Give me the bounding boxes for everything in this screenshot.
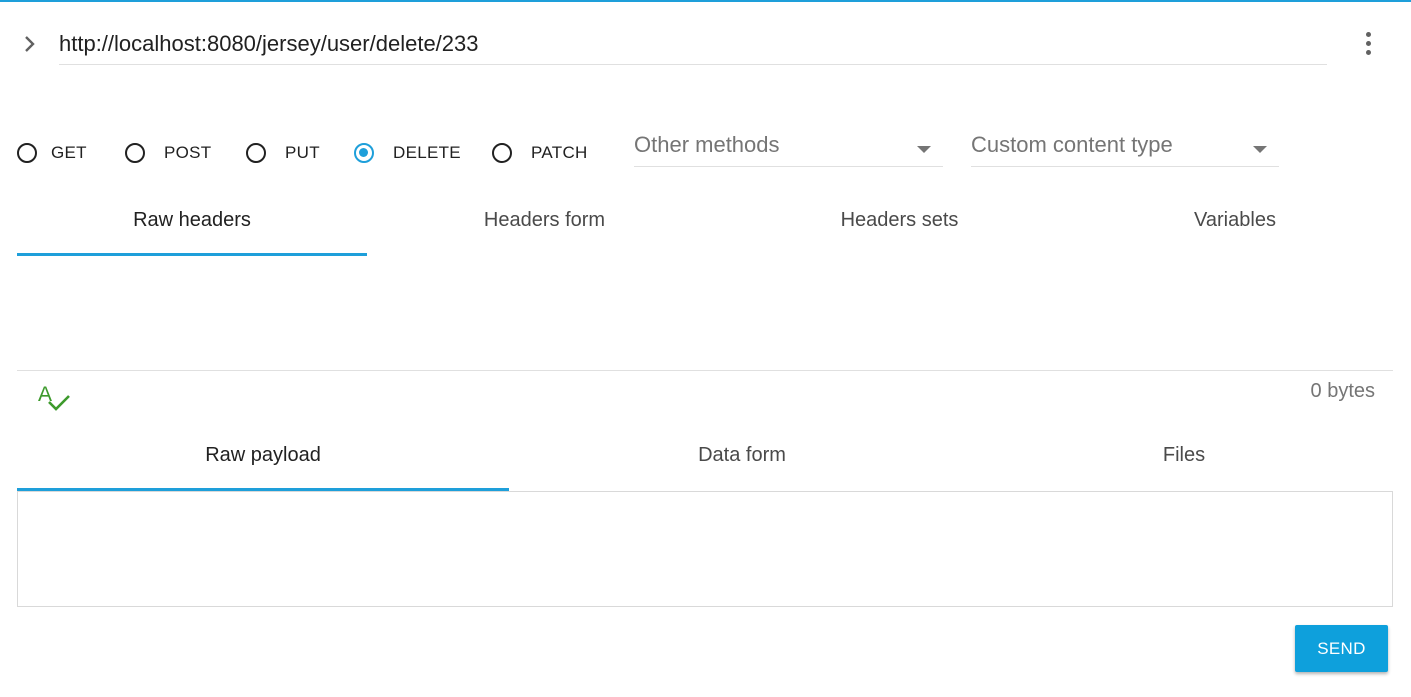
raw-payload-editor[interactable]: [17, 491, 1393, 607]
raw-headers-editor[interactable]: [17, 256, 1393, 370]
method-radio-post[interactable]: POST: [125, 143, 212, 163]
method-label: PUT: [285, 143, 320, 162]
chevron-right-icon[interactable]: [18, 32, 42, 56]
method-label: GET: [51, 143, 87, 162]
tab-label: Raw payload: [205, 444, 321, 466]
tab-raw-payload[interactable]: Raw payload: [17, 444, 509, 467]
tab-label: Variables: [1194, 209, 1276, 231]
more-vert-icon[interactable]: [1357, 30, 1381, 58]
tab-label: Data form: [698, 444, 786, 466]
method-label: PATCH: [531, 143, 588, 162]
tab-variables[interactable]: Variables: [1077, 209, 1393, 232]
spellcheck-icon[interactable]: A: [37, 380, 71, 414]
other-methods-dropdown[interactable]: Other methods: [634, 132, 943, 167]
tab-label: Raw headers: [133, 209, 251, 231]
content-type-placeholder: Custom content type: [971, 132, 1173, 157]
radio-circle: [354, 143, 374, 163]
method-label: POST: [164, 143, 212, 162]
radio-circle: [17, 143, 37, 163]
method-radio-delete[interactable]: DELETE: [354, 143, 461, 163]
method-label: DELETE: [393, 143, 461, 162]
headers-size-label: 0 bytes: [1310, 380, 1375, 402]
tab-headers-sets[interactable]: Headers sets: [722, 209, 1077, 232]
radio-circle: [125, 143, 145, 163]
radio-circle: [492, 143, 512, 163]
method-radio-put[interactable]: PUT: [246, 143, 320, 163]
send-button[interactable]: SEND: [1295, 625, 1388, 672]
tab-files[interactable]: Files: [975, 444, 1393, 467]
tab-headers-form[interactable]: Headers form: [367, 209, 722, 232]
url-input[interactable]: [59, 30, 1319, 58]
tab-raw-headers[interactable]: Raw headers: [17, 209, 367, 232]
other-methods-placeholder: Other methods: [634, 132, 780, 157]
radio-circle: [246, 143, 266, 163]
headers-editor-divider: [17, 370, 1393, 371]
method-radio-get[interactable]: GET: [17, 143, 87, 163]
tab-label: Headers form: [483, 209, 606, 231]
tab-label: Files: [1162, 444, 1206, 466]
dropdown-arrow-icon: [917, 146, 931, 153]
content-type-dropdown[interactable]: Custom content type: [971, 132, 1279, 167]
tab-label: Headers sets: [840, 209, 959, 231]
method-radio-patch[interactable]: PATCH: [492, 143, 588, 163]
dropdown-arrow-icon: [1253, 146, 1267, 153]
top-accent-line: [0, 0, 1411, 2]
url-field: [59, 24, 1327, 65]
tab-data-form[interactable]: Data form: [509, 444, 975, 467]
